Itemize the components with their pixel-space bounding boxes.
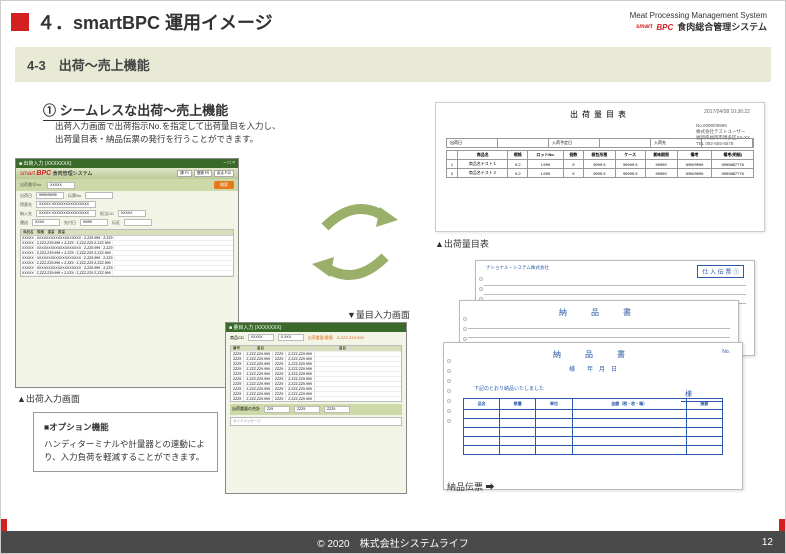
caption-docstack: 納品伝票 ➡	[447, 480, 495, 493]
shipment-weight-report: 出荷量目表 2017/04/08 10:36:22 No.0099/09999 …	[435, 102, 765, 232]
window-controls-icon: − □ ×	[223, 160, 235, 167]
app1-search-btn: 検索	[214, 181, 234, 189]
copyright: © 2020 株式会社システムライフ	[317, 535, 469, 550]
feature-description: 出荷入力画面で出荷指示No.を指定して出荷量目を入力し、 出荷量目表・納品伝票の…	[55, 120, 280, 146]
feature-title: ① シームレスな出荷～売上機能	[43, 100, 228, 121]
logo-bpc: BPC	[656, 22, 673, 33]
app1-titlebar: ■ 出荷入力 (XXXXXXX) − □ ×	[16, 159, 238, 168]
doc1-addr2: 株式会社テストユーザー	[696, 129, 745, 134]
logo-smart: smart	[636, 23, 652, 31]
shipment-entry-screenshot: ■ 出荷入力 (XXXXXXX) − □ × smart BPC 食肉管理システ…	[15, 158, 239, 388]
option-text: ハンディターミナルや計量器との連動により、入力負荷を軽減することができます。	[44, 439, 205, 462]
delivery-slip-c: 納 品 書 No. 様 年 月 日 下記のとおり納品いたしました 様 品名数量単…	[443, 342, 743, 490]
app1-logo-bpc: BPC	[36, 170, 51, 177]
doc1-date: 2017/04/08 10:36:22	[704, 109, 750, 115]
app1-logo-smart: smart	[20, 171, 35, 177]
doc1-addr3: 福岡県福岡市博多区XX-XX	[696, 135, 750, 140]
accent-square	[11, 13, 29, 31]
page-number: 12	[762, 537, 773, 548]
feature-desc-line1: 出荷入力画面で出荷指示No.を指定して出荷量目を入力し、	[55, 121, 280, 131]
accent-right	[779, 519, 785, 531]
doc-a-title: 仕 入 伝 票 ①	[697, 265, 744, 278]
caption-doc1: ▲出荷量目表	[435, 237, 489, 250]
doc1-addr1: No.0099/09999	[696, 123, 727, 128]
weight-entry-screenshot: ■ 量目入力 (XXXXXXX) 商品CDXXXXXX.XXX出荷重量/重量 Z…	[225, 322, 407, 494]
slide-footer: © 2020 株式会社システムライフ 12	[1, 531, 785, 553]
app2-title: ■ 量目入力 (XXXXXXX)	[229, 325, 281, 331]
slide-title: ４．smartBPC 運用イメージ	[37, 9, 273, 35]
feature-desc-line2: 出荷量目表・納品伝票の発行を行うことができます。	[55, 134, 258, 144]
mini-btn: 登録 F5	[194, 170, 212, 177]
app1-title: ■ 出荷入力 (XXXXXXX)	[19, 160, 71, 167]
doc-c-table: 品名数量単位金額（税・枚・箱）摘要	[463, 398, 723, 455]
system-name-en: Meat Processing Management System	[630, 10, 767, 21]
option-title: ■オプション機能	[44, 421, 207, 434]
doc-b-title: 納 品 書	[460, 307, 738, 318]
app1-system-label: 食肉管理システム	[53, 171, 93, 177]
doc1-table: 商品名規格ロットNo.個数梱包形態ケース賞味期限備考備考(明細) 1商品名テスト…	[446, 150, 754, 178]
mini-btn: 師 F1	[177, 170, 192, 177]
slide-header: ４．smartBPC 運用イメージ Meat Processing Manage…	[1, 1, 785, 41]
caption-app1: ▲出荷入力画面	[17, 392, 80, 405]
section-bar: 4-3 出荷～売上機能	[15, 47, 771, 82]
app1-field-label: 出荷番号No	[20, 182, 41, 188]
app2-sum: 出荷重量/重量 Z,ZZZ,ZZ9.999	[308, 335, 364, 341]
doc1-addr4: TEL 092-555-5578	[696, 141, 733, 146]
app2-footer-label: 出荷重量の合計	[232, 406, 260, 413]
doc-c-title: 納 品 書	[444, 349, 742, 360]
app2-msgbar: ガイドメッセージ	[230, 417, 402, 426]
option-box: ■オプション機能 ハンディターミナルや計量器との連動により、入力負荷を軽減するこ…	[33, 412, 218, 472]
accent-left	[1, 519, 7, 531]
system-name-jp: 食肉総合管理システム	[677, 21, 767, 34]
mini-btn: 戻る F12	[214, 170, 234, 177]
header-brand: Meat Processing Management System smart …	[630, 10, 767, 34]
caption-app2: ▼量目入力画面	[347, 308, 410, 321]
delivery-slip-stack: ナショナル・システム株式会社 仕 入 伝 票 ① 納 品 書 納 品 書 No.…	[435, 260, 775, 510]
flow-arrows-icon	[310, 192, 400, 292]
doc-a-company: ナショナル・システム株式会社	[486, 265, 549, 271]
app1-field: XXXXX	[47, 182, 75, 189]
